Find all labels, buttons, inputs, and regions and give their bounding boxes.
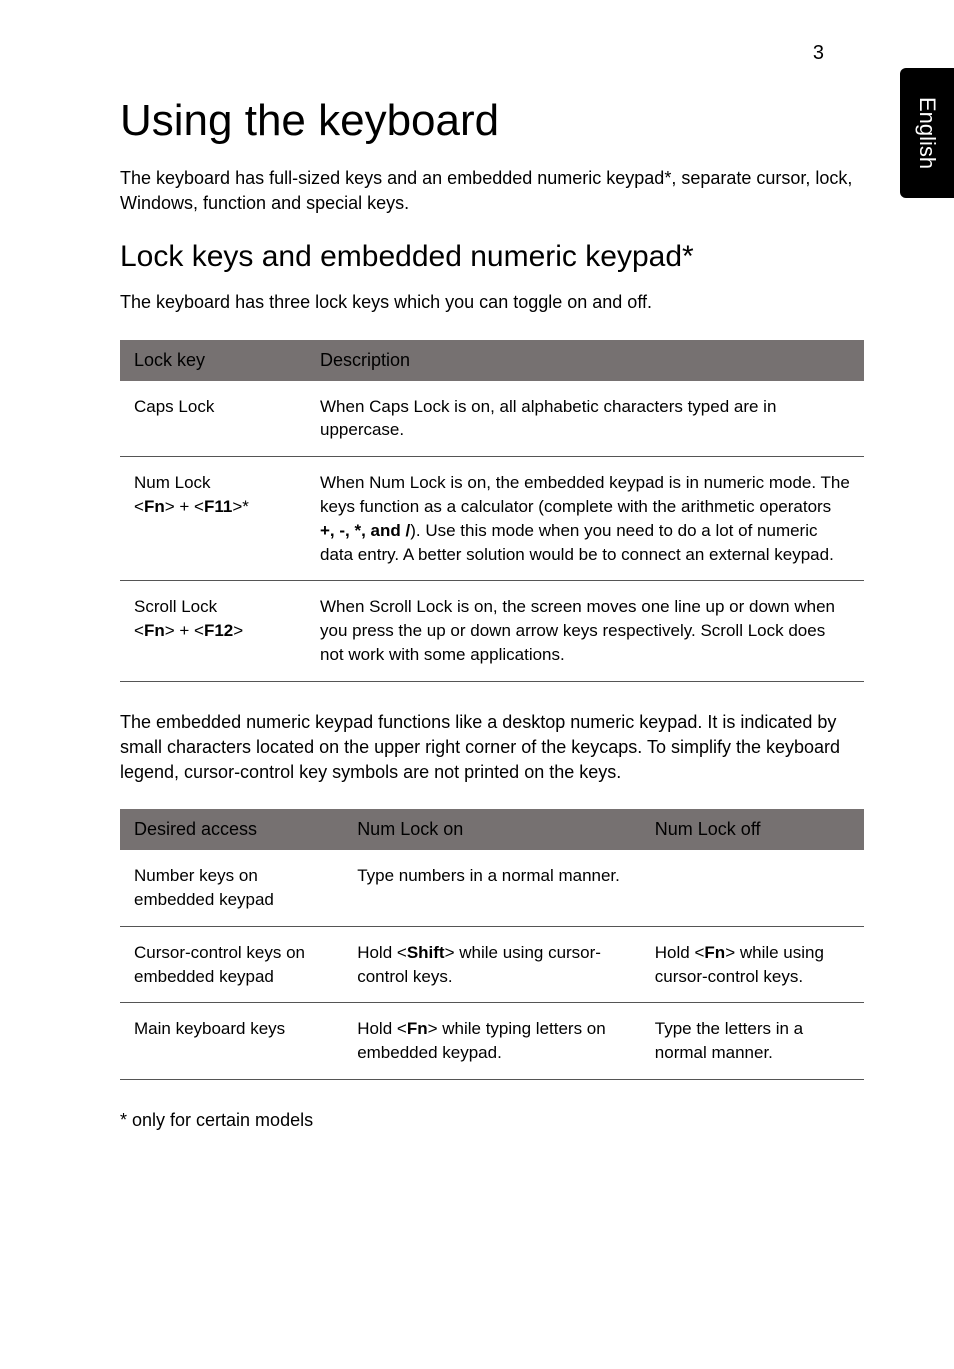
access-cell: Hold <Fn> while using cursor-control key… (641, 926, 864, 1003)
access-cell: Number keys on embedded keypad (120, 850, 343, 926)
lock-key-name: Scroll Lock <Fn> + <F12> (120, 581, 306, 681)
table-row: Scroll Lock <Fn> + <F12> When Scroll Loc… (120, 581, 864, 681)
table-header: Num Lock off (641, 809, 864, 850)
access-cell: Main keyboard keys (120, 1003, 343, 1080)
access-table: Desired access Num Lock on Num Lock off … (120, 809, 864, 1080)
access-cell: Type numbers in a normal manner. (343, 850, 641, 926)
mid-paragraph: The embedded numeric keypad functions li… (120, 710, 864, 786)
table-row: Number keys on embedded keypad Type numb… (120, 850, 864, 926)
access-cell: Cursor-control keys on embedded keypad (120, 926, 343, 1003)
table-header: Description (306, 340, 864, 381)
table-row: Caps Lock When Caps Lock is on, all alph… (120, 381, 864, 457)
page-number: 3 (813, 42, 824, 65)
lock-key-desc: When Caps Lock is on, all alphabetic cha… (306, 381, 864, 457)
access-cell: Type the letters in a normal manner. (641, 1003, 864, 1080)
lock-key-name: Caps Lock (120, 381, 306, 457)
section-intro: The keyboard has three lock keys which y… (120, 290, 864, 315)
access-cell: Hold <Shift> while using cursor-control … (343, 926, 641, 1003)
page-title: Using the keyboard (120, 96, 864, 146)
access-cell (641, 850, 864, 926)
table-row: Num Lock <Fn> + <F11>* When Num Lock is … (120, 457, 864, 581)
intro-text: The keyboard has full-sized keys and an … (120, 166, 864, 216)
table-header: Lock key (120, 340, 306, 381)
lock-key-name: Num Lock <Fn> + <F11>* (120, 457, 306, 581)
table-header: Desired access (120, 809, 343, 850)
section-heading: Lock keys and embedded numeric keypad* (120, 240, 864, 274)
table-row: Cursor-control keys on embedded keypad H… (120, 926, 864, 1003)
footnote: * only for certain models (120, 1108, 864, 1133)
table-header: Num Lock on (343, 809, 641, 850)
lock-keys-table: Lock key Description Caps Lock When Caps… (120, 340, 864, 682)
access-cell: Hold <Fn> while typing letters on embedd… (343, 1003, 641, 1080)
lock-key-desc: When Num Lock is on, the embedded keypad… (306, 457, 864, 581)
table-row: Main keyboard keys Hold <Fn> while typin… (120, 1003, 864, 1080)
lock-key-desc: When Scroll Lock is on, the screen moves… (306, 581, 864, 681)
language-tab: English (900, 68, 954, 198)
